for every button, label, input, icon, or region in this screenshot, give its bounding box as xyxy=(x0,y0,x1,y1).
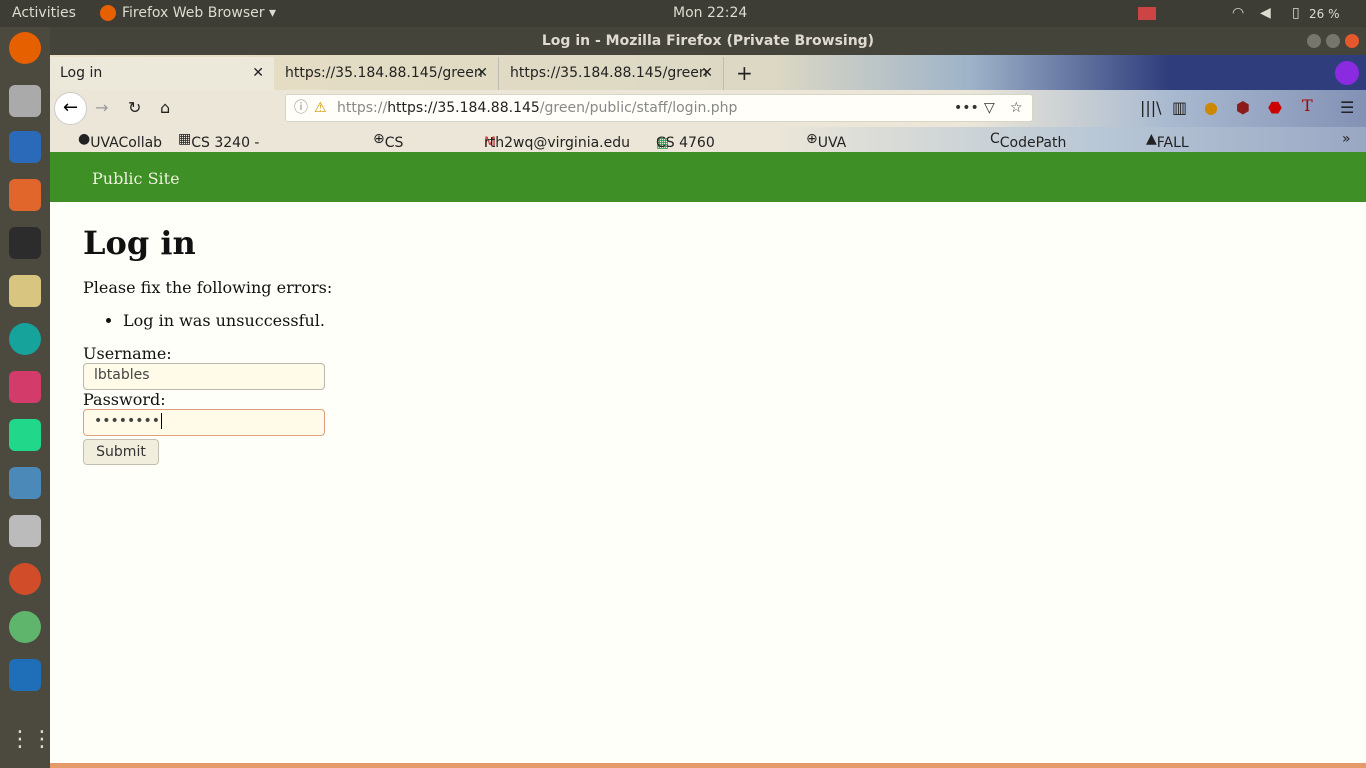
software-launcher-icon[interactable] xyxy=(9,179,41,211)
adblock-plus-icon[interactable]: ⬣ xyxy=(1268,98,1282,117)
password-value: •••••••• xyxy=(94,413,161,429)
page-title: Log in xyxy=(83,224,196,262)
bookmark-uva-hr[interactable]: ⊕ UVA Human Resources xyxy=(806,131,889,183)
home-button[interactable]: ⌂ xyxy=(160,98,170,117)
bookmark-codepath[interactable]: C CodePath Courses xyxy=(990,131,1066,167)
private-browsing-icon xyxy=(1335,61,1359,85)
page-actions-icon[interactable]: ••• xyxy=(954,95,979,121)
bookmark-fall-2018[interactable]: ▲ FALL 2018 DLD Studio... xyxy=(1146,131,1214,199)
text-editor-launcher-icon[interactable] xyxy=(9,275,41,307)
arduino-launcher-icon[interactable] xyxy=(9,323,41,355)
writer-launcher-icon[interactable] xyxy=(9,131,41,163)
clock[interactable]: Mon 22:24 xyxy=(673,5,747,21)
back-button[interactable]: ← xyxy=(54,92,87,125)
ublock-icon[interactable]: ⬢ xyxy=(1236,98,1250,117)
terminal-launcher-icon[interactable] xyxy=(9,227,41,259)
battery-percent: 26 % xyxy=(1309,7,1340,21)
tab-label: https://35.184.88.145/green xyxy=(285,65,483,81)
error-list: Log in was unsuccessful. xyxy=(123,311,1333,330)
web-page: Public Site Log in Please fix the follow… xyxy=(50,152,1366,768)
extension-t-icon[interactable]: T xyxy=(1302,96,1313,115)
bookmarks-toolbar: ● UVACollab ▦ CS 3240 - Advanced S... ⊕ … xyxy=(50,127,1366,199)
app-menu[interactable]: Firefox Web Browser ▾ xyxy=(122,5,276,21)
intellij-launcher-icon[interactable] xyxy=(9,371,41,403)
submit-button[interactable]: Submit xyxy=(83,439,159,465)
forward-button[interactable]: → xyxy=(95,98,108,117)
tab-label: https://35.184.88.145/green xyxy=(510,65,708,81)
error-intro: Please fix the following errors: xyxy=(83,278,333,297)
maximize-button[interactable] xyxy=(1326,34,1340,48)
vscode-launcher-icon[interactable] xyxy=(9,659,41,691)
wifi-icon[interactable]: ◠ xyxy=(1232,5,1244,21)
bookmark-cs4414[interactable]: ⊕ CS 4414: OS xyxy=(373,131,425,183)
bookmark-uvacollab[interactable]: ● UVACollab xyxy=(78,131,162,151)
window-title: Log in - Mozilla Firefox (Private Browsi… xyxy=(541,33,875,49)
close-tab-icon[interactable]: ✕ xyxy=(252,57,264,89)
library-icon[interactable]: |||\ xyxy=(1140,98,1162,117)
system-top-bar: Activities Firefox Web Browser ▾ Mon 22:… xyxy=(0,0,1366,27)
reload-button[interactable]: ↻ xyxy=(128,98,141,117)
activities-button[interactable]: Activities xyxy=(12,5,76,21)
tab-active[interactable]: Log in ✕ xyxy=(50,57,274,90)
error-item: Log in was unsuccessful. xyxy=(123,311,1333,330)
sidebar-icon[interactable]: ▥ xyxy=(1172,98,1187,117)
app-launcher: ⋮⋮ xyxy=(0,27,53,768)
url-bar[interactable]: ⓘ ⚠ https://https://35.184.88.145/green/… xyxy=(285,94,1033,122)
info-icon[interactable]: ⓘ xyxy=(294,95,308,121)
password-label: Password: xyxy=(83,390,166,409)
close-tab-icon[interactable]: ✕ xyxy=(701,57,713,89)
window-title-bar: Log in - Mozilla Firefox (Private Browsi… xyxy=(50,27,1366,55)
volume-muted-icon[interactable]: ◀ xyxy=(1260,5,1271,21)
firefox-launcher-icon[interactable] xyxy=(9,32,41,64)
new-tab-button[interactable]: + xyxy=(726,57,753,90)
login-content: Log in Please fix the following errors: … xyxy=(50,202,1366,485)
bookmark-cs3240[interactable]: ▦ CS 3240 - Advanced S... xyxy=(178,131,260,183)
url-path: /green/public/staff/login.php xyxy=(539,100,738,116)
close-window-button[interactable] xyxy=(1345,34,1359,48)
firefox-icon xyxy=(100,5,116,21)
bookmark-star-icon[interactable]: ☆ xyxy=(1010,95,1023,121)
navigation-toolbar: ← → ↻ ⌂ ⓘ ⚠ https://https://35.184.88.14… xyxy=(50,90,1366,127)
tab[interactable]: https://35.184.88.145/green ✕ xyxy=(500,57,724,90)
record-icon[interactable] xyxy=(1138,7,1156,20)
show-apps-icon[interactable]: ⋮⋮ xyxy=(9,727,53,759)
site-header: Public Site xyxy=(50,152,1366,202)
tab-strip: Log in ✕ https://35.184.88.145/green ✕ htt… xyxy=(50,55,1366,90)
atom-launcher-icon[interactable] xyxy=(9,611,41,643)
username-input[interactable]: lbtables xyxy=(83,363,325,390)
insecure-lock-icon[interactable]: ⚠ xyxy=(314,95,327,121)
url-host: https://35.184.88.145 xyxy=(387,100,540,116)
dolphin-launcher-icon[interactable] xyxy=(9,467,41,499)
greasemonkey-icon[interactable]: ● xyxy=(1204,98,1218,117)
app-launcher-icon[interactable] xyxy=(9,563,41,595)
close-tab-icon[interactable]: ✕ xyxy=(476,57,488,89)
tab[interactable]: https://35.184.88.145/green ✕ xyxy=(275,57,499,90)
more-bookmarks-icon[interactable]: » xyxy=(1342,131,1351,147)
pocket-icon[interactable]: ▽ xyxy=(984,95,995,121)
menu-icon[interactable]: ☰ xyxy=(1340,98,1354,117)
username-label: Username: xyxy=(83,344,172,363)
window-bottom-border xyxy=(50,763,1366,768)
camera-launcher-icon[interactable] xyxy=(9,515,41,547)
minimize-button[interactable] xyxy=(1307,34,1321,48)
pycharm-launcher-icon[interactable] xyxy=(9,419,41,451)
public-site-link[interactable]: Public Site xyxy=(92,169,180,188)
password-input[interactable]: •••••••• xyxy=(83,409,325,436)
tab-label: Log in xyxy=(60,65,103,81)
files-launcher-icon[interactable] xyxy=(9,85,41,117)
battery-icon[interactable]: ▯ xyxy=(1292,5,1300,21)
